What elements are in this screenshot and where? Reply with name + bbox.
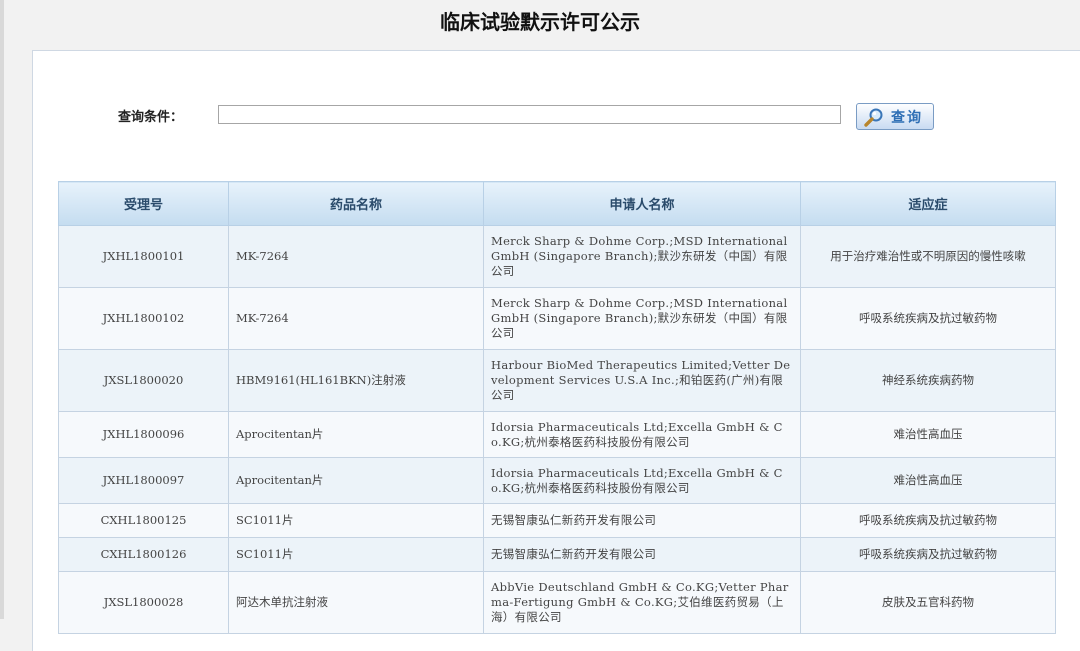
table-row: CXHL1800126 SC1011片 无锡智康弘仁新药开发有限公司 呼吸系统疾… bbox=[58, 537, 1056, 572]
cell-acceptance-no: CXHL1800125 bbox=[58, 503, 229, 538]
cell-drug-name: 阿达木单抗注射液 bbox=[228, 571, 484, 634]
header-applicant[interactable]: 申请人名称 bbox=[483, 181, 801, 226]
cell-applicant: 无锡智康弘仁新药开发有限公司 bbox=[483, 503, 801, 538]
table-row: JXSL1800028 阿达木单抗注射液 AbbVie Deutschland … bbox=[58, 571, 1056, 634]
header-acceptance-no[interactable]: 受理号 bbox=[58, 181, 229, 226]
cell-drug-name: HBM9161(HL161BKN)注射液 bbox=[228, 349, 484, 412]
cell-applicant: 无锡智康弘仁新药开发有限公司 bbox=[483, 537, 801, 572]
cell-applicant: Idorsia Pharmaceuticals Ltd;Excella GmbH… bbox=[483, 457, 801, 504]
cell-drug-name: SC1011片 bbox=[228, 537, 484, 572]
query-button[interactable]: 查询 bbox=[856, 103, 934, 130]
query-label: 查询条件： bbox=[118, 110, 184, 125]
cell-acceptance-no: JXHL1800096 bbox=[58, 411, 229, 458]
cell-applicant: Harbour BioMed Therapeutics Limited;Vett… bbox=[483, 349, 801, 412]
table-row: JXHL1800102 MK-7264 Merck Sharp & Dohme … bbox=[58, 287, 1056, 350]
cell-applicant: Merck Sharp & Dohme Corp.;MSD Internatio… bbox=[483, 287, 801, 350]
cell-drug-name: MK-7264 bbox=[228, 225, 484, 288]
cell-applicant: Merck Sharp & Dohme Corp.;MSD Internatio… bbox=[483, 225, 801, 288]
cell-drug-name: Aprocitentan片 bbox=[228, 411, 484, 458]
cell-indication: 神经系统疾病药物 bbox=[800, 349, 1056, 412]
header-drug-name[interactable]: 药品名称 bbox=[228, 181, 484, 226]
table-row: CXHL1800125 SC1011片 无锡智康弘仁新药开发有限公司 呼吸系统疾… bbox=[58, 503, 1056, 538]
cell-indication: 难治性高血压 bbox=[800, 457, 1056, 504]
cell-indication: 呼吸系统疾病及抗过敏药物 bbox=[800, 537, 1056, 572]
window-left-edge bbox=[0, 0, 4, 619]
cell-drug-name: SC1011片 bbox=[228, 503, 484, 538]
cell-drug-name: MK-7264 bbox=[228, 287, 484, 350]
query-button-label: 查询 bbox=[891, 109, 923, 126]
cell-acceptance-no: JXSL1800028 bbox=[58, 571, 229, 634]
cell-applicant: Idorsia Pharmaceuticals Ltd;Excella GmbH… bbox=[483, 411, 801, 458]
cell-acceptance-no: JXHL1800097 bbox=[58, 457, 229, 504]
cell-indication: 呼吸系统疾病及抗过敏药物 bbox=[800, 287, 1056, 350]
table-row: JXSL1800020 HBM9161(HL161BKN)注射液 Harbour… bbox=[58, 349, 1056, 412]
cell-indication: 呼吸系统疾病及抗过敏药物 bbox=[800, 503, 1056, 538]
cell-drug-name: Aprocitentan片 bbox=[228, 457, 484, 504]
page-title: 临床试验默示许可公示 bbox=[440, 10, 640, 34]
query-input[interactable] bbox=[218, 105, 841, 124]
cell-indication: 难治性高血压 bbox=[800, 411, 1056, 458]
cell-indication: 用于治疗难治性或不明原因的慢性咳嗽 bbox=[800, 225, 1056, 288]
header-indication[interactable]: 适应症 bbox=[800, 181, 1056, 226]
table-row: JXHL1800101 MK-7264 Merck Sharp & Dohme … bbox=[58, 225, 1056, 288]
cell-acceptance-no: JXSL1800020 bbox=[58, 349, 229, 412]
cell-acceptance-no: JXHL1800102 bbox=[58, 287, 229, 350]
table-row: JXHL1800097 Aprocitentan片 Idorsia Pharma… bbox=[58, 457, 1056, 504]
magnifier-icon bbox=[863, 107, 885, 127]
table-row: JXHL1800096 Aprocitentan片 Idorsia Pharma… bbox=[58, 411, 1056, 458]
cell-indication: 皮肤及五官科药物 bbox=[800, 571, 1056, 634]
cell-applicant: AbbVie Deutschland GmbH & Co.KG;Vetter P… bbox=[483, 571, 801, 634]
cell-acceptance-no: CXHL1800126 bbox=[58, 537, 229, 572]
results-table: 受理号 药品名称 申请人名称 适应症 JXHL1800101 MK-7264 M… bbox=[58, 181, 1056, 634]
cell-acceptance-no: JXHL1800101 bbox=[58, 225, 229, 288]
table-header-row: 受理号 药品名称 申请人名称 适应症 bbox=[58, 181, 1056, 226]
